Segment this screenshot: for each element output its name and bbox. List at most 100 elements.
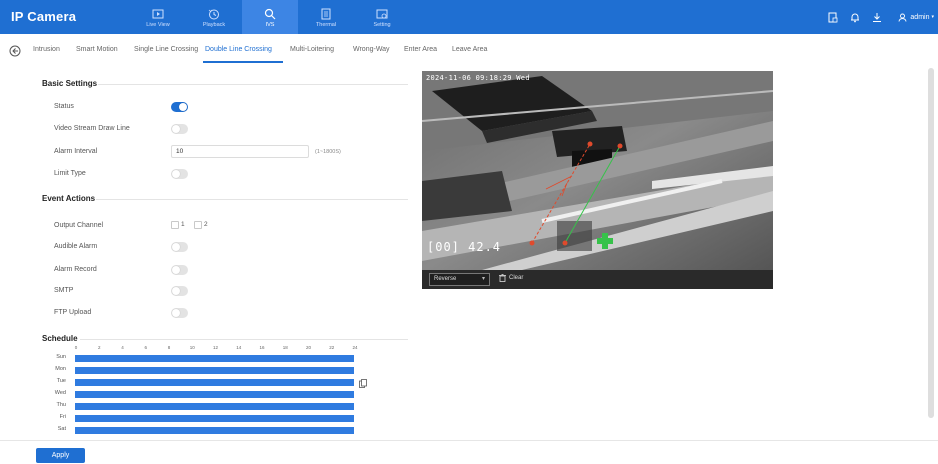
schedule-hour-tick: 10 [189, 345, 195, 350]
draw-line-label: Video Stream Draw Line [54, 125, 130, 132]
nav-live-view[interactable]: Live View [130, 0, 186, 34]
section-divider [98, 84, 408, 85]
active-tab-indicator [203, 61, 283, 63]
tab-multi-loitering[interactable]: Multi-Loitering [290, 46, 334, 53]
audible-alarm-toggle[interactable] [171, 242, 188, 252]
copy-icon[interactable] [359, 379, 367, 388]
tab-single-line-crossing[interactable]: Single Line Crossing [134, 46, 198, 53]
schedule-hour-tick: 16 [259, 345, 265, 350]
ivs-tabs: Intrusion Smart Motion Single Line Cross… [0, 42, 938, 63]
alarm-interval-hint: (1~1800S) [315, 149, 341, 155]
back-icon[interactable] [9, 45, 21, 57]
limit-type-toggle[interactable] [171, 169, 188, 179]
smtp-label: SMTP [54, 287, 74, 294]
output-channel-1-label: 1 [181, 221, 185, 228]
schedule-hour-tick: 8 [167, 345, 171, 350]
schedule-hour-axis: 0 2 4 6 8 10 12 14 16 18 20 22 24 [74, 345, 358, 353]
nav-setting[interactable]: Setting [354, 0, 410, 34]
app-title: IP Camera [11, 9, 77, 24]
basic-settings-title: Basic Settings [42, 79, 98, 88]
schedule-day-bar[interactable] [75, 403, 354, 410]
status-label: Status [54, 103, 74, 110]
trash-icon [499, 274, 506, 282]
direction-select[interactable]: Reverse ▾ [429, 273, 490, 286]
page-scrollbar[interactable] [928, 68, 934, 418]
schedule-hour-tick: 6 [144, 345, 148, 350]
snapshot-file-icon[interactable] [822, 0, 844, 34]
tab-wrong-way[interactable]: Wrong-Way [353, 46, 390, 53]
user-icon [898, 13, 907, 22]
schedule-day-label: Wed [54, 390, 66, 396]
ftp-upload-label: FTP Upload [54, 309, 92, 316]
top-bar: IP Camera Live View Playback IVS Thermal… [0, 0, 938, 34]
direction-select-value: Reverse [434, 276, 457, 282]
schedule-day-bar[interactable] [75, 391, 354, 398]
schedule-day-label: Thu [56, 402, 66, 408]
section-divider [80, 339, 408, 340]
schedule-title: Schedule [42, 334, 78, 343]
schedule-hour-tick: 12 [212, 345, 219, 350]
tab-leave-area[interactable]: Leave Area [452, 46, 487, 53]
osd-temperature: [00] 42.4 [427, 240, 502, 254]
scrollbar-thumb[interactable] [928, 68, 934, 418]
schedule-day-label: Sun [56, 354, 66, 360]
download-icon[interactable] [866, 0, 888, 34]
section-divider [96, 199, 408, 200]
output-channel-2-checkbox[interactable] [194, 221, 202, 229]
setting-icon [376, 9, 388, 18]
output-channel-label: Output Channel [54, 222, 104, 229]
live-view-icon [152, 9, 164, 18]
nav-label: Live View [146, 21, 170, 28]
schedule-hour-tick: 0 [74, 345, 78, 350]
alarm-record-label: Alarm Record [54, 266, 97, 273]
main-nav: Live View Playback IVS Thermal Setting [130, 0, 410, 34]
nav-thermal[interactable]: Thermal [298, 0, 354, 34]
output-channel-1-checkbox[interactable] [171, 221, 179, 229]
schedule-day-bar[interactable] [75, 367, 354, 374]
thermal-icon [321, 8, 331, 19]
schedule-hour-tick: 20 [305, 345, 312, 350]
alarm-interval-input[interactable]: 10 [171, 145, 309, 158]
nav-label: IVS [265, 21, 275, 28]
schedule-hour-tick: 4 [121, 345, 124, 350]
status-toggle[interactable] [171, 102, 188, 112]
schedule-day-bar[interactable] [75, 355, 354, 362]
chevron-down-icon: ▾ [481, 276, 485, 282]
ivs-icon [264, 8, 276, 19]
nav-label: Setting [373, 21, 391, 28]
clear-label: Clear [509, 275, 524, 281]
nav-label: Playback [202, 21, 226, 28]
user-menu[interactable]: admin ▾ [898, 13, 934, 22]
osd-timestamp: 2024-11-06 09:18:29 Wed [426, 74, 530, 82]
tab-intrusion[interactable]: Intrusion [33, 46, 60, 53]
schedule-day-bar[interactable] [75, 415, 354, 422]
schedule-day-label: Tue [56, 378, 66, 384]
output-channel-2-label: 2 [204, 221, 208, 228]
schedule-hour-tick: 18 [282, 345, 288, 350]
tab-enter-area[interactable]: Enter Area [404, 46, 437, 53]
event-actions-title: Event Actions [42, 194, 96, 203]
schedule-day-bar[interactable] [75, 427, 354, 434]
tab-double-line-crossing[interactable]: Double Line Crossing [205, 46, 272, 53]
alarm-record-toggle[interactable] [171, 265, 188, 275]
ftp-upload-toggle[interactable] [171, 308, 188, 318]
audible-alarm-label: Audible Alarm [54, 243, 98, 250]
schedule-hour-tick: 2 [97, 345, 101, 350]
schedule-day-label: Sat [57, 426, 66, 432]
schedule-day-bar[interactable] [75, 379, 354, 386]
schedule-day-label: Mon [55, 366, 66, 372]
nav-label: Thermal [315, 21, 337, 28]
chevron-down-icon: ▾ [931, 14, 934, 20]
smtp-toggle[interactable] [171, 286, 188, 296]
nav-playback[interactable]: Playback [186, 0, 242, 34]
schedule-hour-tick: 14 [236, 345, 242, 350]
bell-icon[interactable] [844, 0, 866, 34]
apply-button[interactable]: Apply [36, 448, 85, 463]
tab-smart-motion[interactable]: Smart Motion [76, 46, 118, 53]
draw-line-toggle[interactable] [171, 124, 188, 134]
header-tools: admin ▾ [822, 0, 938, 34]
clear-button[interactable]: Clear [499, 274, 523, 282]
nav-ivs[interactable]: IVS [242, 0, 298, 34]
alarm-interval-label: Alarm Interval [54, 148, 98, 155]
schedule-day-label: Fri [59, 414, 66, 420]
